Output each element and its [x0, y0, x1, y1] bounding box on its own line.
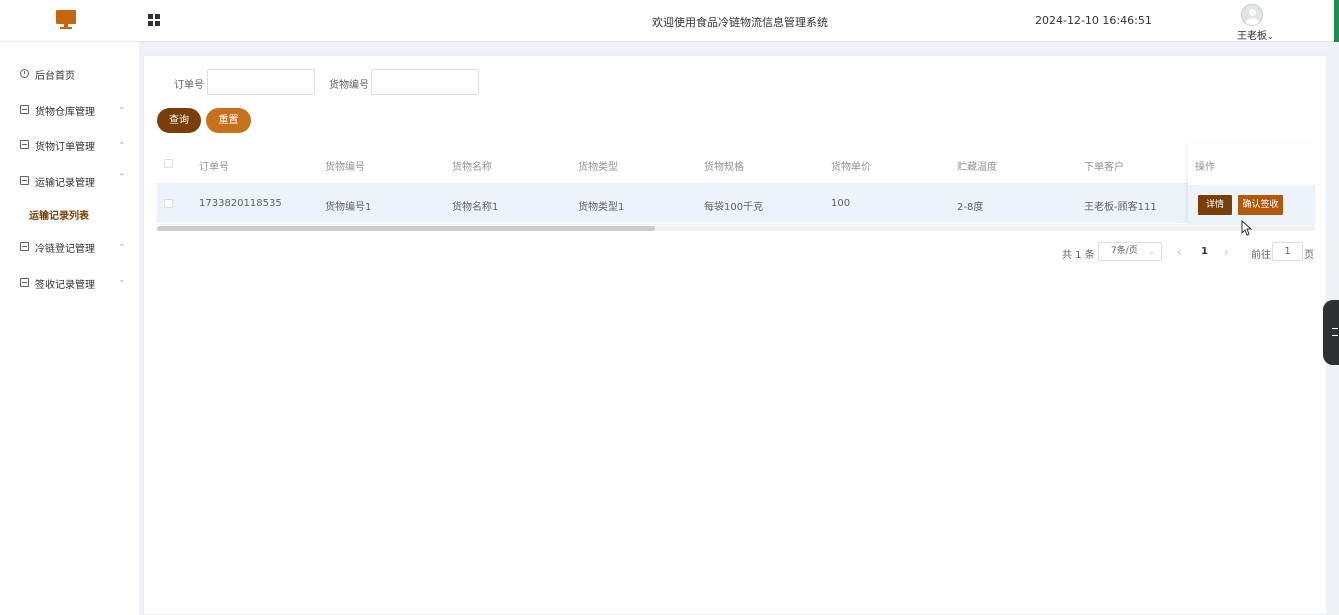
operations-column: 操作 详情 确认签收 — [1188, 144, 1315, 224]
sidebar-item-home[interactable]: 后台首页 — [0, 61, 139, 87]
clock-icon — [20, 69, 29, 78]
chevron-down-icon: ⌄ — [118, 239, 126, 249]
box-icon — [20, 242, 29, 251]
column-header: 货物名称 — [452, 162, 492, 173]
pagination-total: 共 1 条 — [1062, 250, 1095, 261]
sidebar-item-warehouse[interactable]: 货物仓库管理 ⌄ — [0, 97, 139, 123]
chevron-down-icon: ⌄ — [1267, 32, 1274, 41]
horizontal-scrollbar-thumb[interactable] — [157, 226, 655, 231]
sidebar-item-label: 货物仓库管理 — [35, 107, 95, 118]
chevron-up-icon: ⌃ — [118, 173, 126, 183]
sidebar-item-label: 后台首页 — [35, 71, 75, 82]
detail-button[interactable]: 详情 — [1198, 195, 1232, 215]
box-icon — [20, 176, 29, 185]
user-name: 王老板 — [1237, 31, 1267, 42]
cell-price: 100 — [831, 198, 851, 209]
menu-grid-icon[interactable] — [148, 14, 161, 27]
sidebar-subitem-transport-list[interactable]: 运输记录列表 — [0, 200, 139, 226]
cell-spec: 每袋100千克 — [704, 202, 764, 213]
confirm-receipt-button[interactable]: 确认签收 — [1238, 195, 1283, 215]
mouse-cursor-icon — [1241, 220, 1253, 236]
current-datetime: 2024-12-10 16:46:51 — [1035, 14, 1152, 27]
sidebar-item-transport[interactable]: 运输记录管理 ⌃ — [0, 168, 139, 194]
column-header: 货物类型 — [578, 162, 618, 173]
box-icon — [20, 278, 29, 287]
cell-order-no: 1733820118535 — [199, 198, 282, 209]
page-size-select[interactable]: 7条/页 ⌄ — [1098, 242, 1162, 261]
goto-label: 前往 — [1251, 250, 1271, 261]
avatar[interactable] — [1241, 4, 1263, 26]
next-page-button[interactable]: › — [1224, 245, 1229, 259]
goods-no-label: 货物编号 — [329, 80, 369, 91]
column-header: 下单客户 — [1084, 162, 1124, 173]
column-header: 贮藏温度 — [957, 162, 997, 173]
goods-no-input[interactable] — [371, 69, 479, 95]
cell-temperature: 2-8度 — [957, 202, 984, 213]
sidebar-item-label: 签收记录管理 — [35, 280, 95, 291]
page-size-value: 7条/页 — [1111, 246, 1138, 256]
top-header: 欢迎使用食品冷链物流信息管理系统 2024-12-10 16:46:51 王老板… — [0, 0, 1339, 42]
chevron-down-icon: ⌄ — [118, 275, 126, 285]
user-menu[interactable]: 王老板⌄ — [1237, 27, 1274, 42]
column-header: 订单号 — [199, 162, 229, 173]
reset-button[interactable]: 重置 — [206, 108, 251, 133]
box-icon — [20, 105, 29, 114]
current-page[interactable]: 1 — [1201, 246, 1208, 257]
cell-goods-name: 货物名称1 — [452, 202, 499, 213]
sidebar-item-label: 冷链登记管理 — [35, 244, 95, 255]
goto-page-input[interactable]: 1 — [1272, 242, 1303, 261]
side-panel-toggle[interactable] — [1323, 300, 1339, 365]
main-panel: 订单号 货物编号 查询 重置 订单号 货物编号 货物名称 货物类型 货物规格 货… — [143, 55, 1327, 615]
row-checkbox[interactable] — [164, 199, 173, 208]
sidebar-item-label: 运输记录管理 — [35, 178, 95, 189]
order-no-label: 订单号 — [174, 80, 204, 91]
column-header: 货物规格 — [704, 162, 744, 173]
select-all-checkbox[interactable] — [164, 159, 173, 168]
chevron-down-icon: ⌄ — [118, 137, 126, 147]
welcome-text: 欢迎使用食品冷链物流信息管理系统 — [652, 16, 828, 29]
monitor-logo-icon — [56, 10, 78, 30]
edge-indicator — [1334, 0, 1339, 42]
cell-customer: 王老板-顾客111 — [1084, 202, 1157, 213]
chevron-down-icon: ⌄ — [1148, 247, 1155, 256]
sidebar-item-signoff[interactable]: 签收记录管理 ⌄ — [0, 270, 139, 296]
divider — [157, 224, 1315, 225]
sidebar-item-label: 货物订单管理 — [35, 142, 95, 153]
prev-page-button[interactable]: ‹ — [1177, 245, 1182, 259]
cell-goods-no: 货物编号1 — [325, 202, 372, 213]
column-header: 操作 — [1195, 162, 1215, 173]
chevron-down-icon: ⌄ — [118, 102, 126, 112]
query-button[interactable]: 查询 — [157, 108, 201, 133]
sidebar: 后台首页 货物仓库管理 ⌄ 货物订单管理 ⌄ 运输记录管理 ⌃ 运输记录列表 冷… — [0, 42, 139, 615]
sidebar-subitem-label: 运输记录列表 — [29, 211, 89, 222]
column-header: 货物单价 — [831, 162, 871, 173]
box-icon — [20, 140, 29, 149]
menu-lines-icon — [1332, 328, 1338, 336]
sidebar-item-orders[interactable]: 货物订单管理 ⌄ — [0, 132, 139, 158]
cell-goods-type: 货物类型1 — [578, 202, 625, 213]
order-no-input[interactable] — [207, 69, 315, 95]
column-header: 货物编号 — [325, 162, 365, 173]
sidebar-item-coldchain[interactable]: 冷链登记管理 ⌄ — [0, 234, 139, 260]
page-unit-label: 页 — [1304, 250, 1314, 261]
